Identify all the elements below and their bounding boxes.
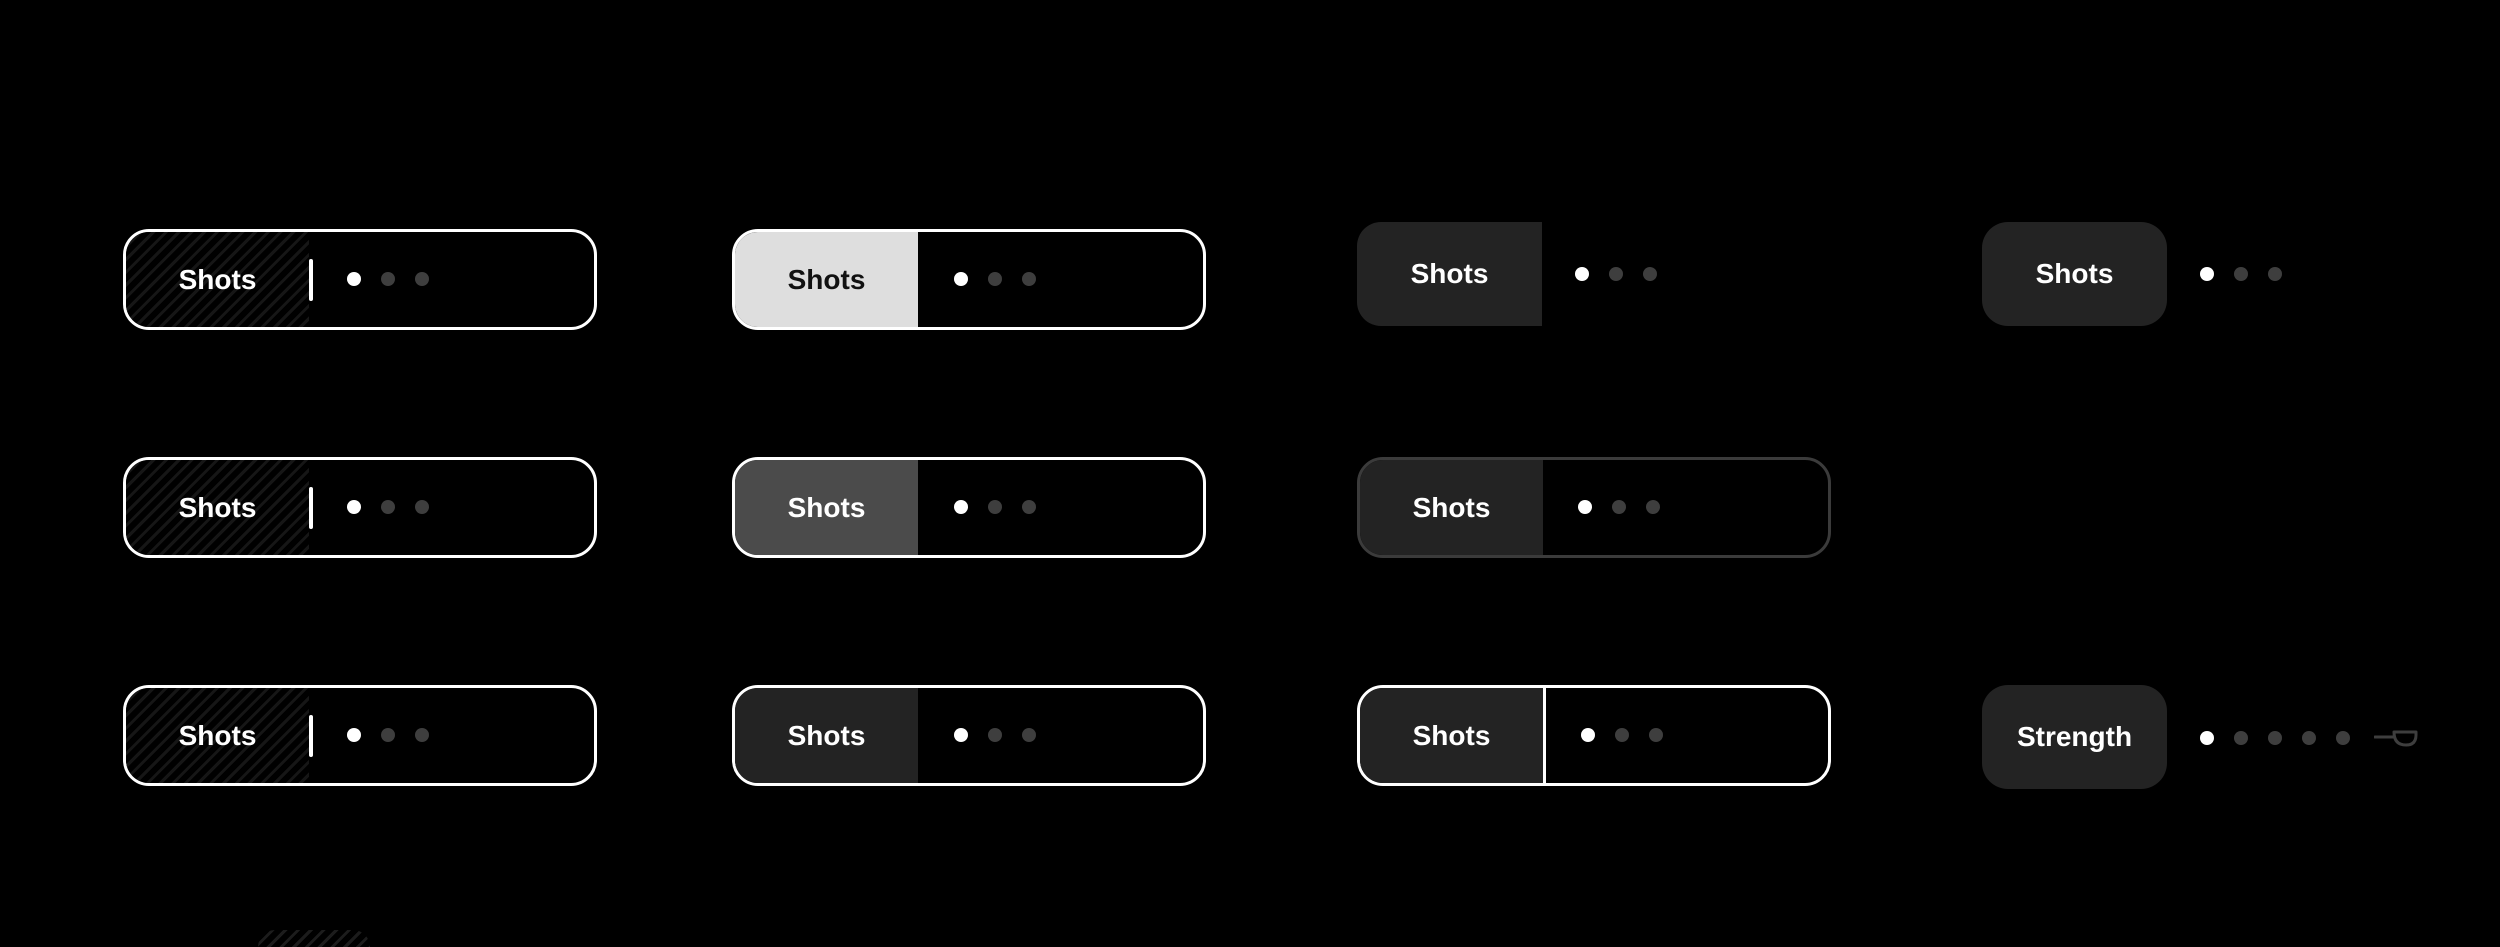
strength-dot-1[interactable] <box>2200 731 2214 745</box>
shot-dot-1[interactable] <box>1578 500 1592 514</box>
strength-selector[interactable]: Strength <box>1982 685 2442 789</box>
shot-dot-2[interactable] <box>988 500 1002 514</box>
shots-label-segment[interactable]: Shots <box>735 460 918 555</box>
shot-dot-2[interactable] <box>1615 728 1629 742</box>
shots-label: Shots <box>1412 491 1491 523</box>
shots-label: Shots <box>787 263 866 295</box>
shot-dot-2[interactable] <box>988 272 1002 286</box>
shots-label-segment[interactable]: Shots <box>735 232 918 327</box>
shots-label-segment[interactable]: Shots <box>126 232 309 327</box>
strength-dot-3[interactable] <box>2268 731 2282 745</box>
coffee-scoop-icon <box>2374 730 2418 747</box>
shot-dot-2[interactable] <box>2234 267 2248 281</box>
shot-dot-3[interactable] <box>1646 500 1660 514</box>
shot-dot-1[interactable] <box>954 272 968 286</box>
shot-dot-2[interactable] <box>381 272 395 286</box>
shots-label: Shots <box>1410 258 1489 289</box>
shot-dot-2[interactable] <box>988 728 1002 742</box>
shots-selector-chip[interactable]: Shots <box>1982 222 2482 326</box>
strength-dot-5[interactable] <box>2336 731 2350 745</box>
shots-label: Shots <box>178 263 257 295</box>
text-cursor <box>309 487 313 529</box>
shots-label-segment[interactable]: Shots <box>1360 460 1543 555</box>
shot-dot-3[interactable] <box>1022 728 1036 742</box>
shots-label-segment[interactable]: Shots <box>126 460 309 555</box>
text-cursor <box>309 715 313 757</box>
shot-dot-3[interactable] <box>1643 267 1657 281</box>
shot-dot-3[interactable] <box>415 500 429 514</box>
strength-label-segment[interactable]: Strength <box>1982 685 2167 789</box>
shot-dot-1[interactable] <box>347 500 361 514</box>
shots-selector-light[interactable]: Shots <box>732 229 1206 330</box>
shot-dot-1[interactable] <box>1581 728 1595 742</box>
shots-selector-hatched-1[interactable]: Shots <box>123 229 597 330</box>
shots-label: Shots <box>178 719 257 751</box>
shot-dot-2[interactable] <box>1612 500 1626 514</box>
text-cursor <box>309 259 313 301</box>
shots-label-segment[interactable]: Shots <box>735 688 918 783</box>
shots-selector-borderless[interactable]: Shots <box>1357 222 1857 326</box>
shots-selector-hatched-3[interactable]: Shots <box>123 685 597 786</box>
shots-label: Shots <box>787 719 866 751</box>
shots-label-segment[interactable]: Shots <box>1982 222 2167 326</box>
shot-dot-1[interactable] <box>347 272 361 286</box>
shot-dot-1[interactable] <box>2200 267 2214 281</box>
shots-label-segment[interactable]: Shots <box>126 688 309 783</box>
shots-selector-dark[interactable]: Shots <box>732 685 1206 786</box>
shot-dot-1[interactable] <box>1575 267 1589 281</box>
shots-label: Shots <box>178 491 257 523</box>
shot-dot-2[interactable] <box>1609 267 1623 281</box>
shot-dot-1[interactable] <box>954 728 968 742</box>
shots-label: Shots <box>2035 258 2114 289</box>
strength-label: Strength <box>2016 721 2133 752</box>
shot-dot-2[interactable] <box>381 728 395 742</box>
shots-label-segment[interactable]: Shots <box>1360 688 1546 783</box>
shot-dot-3[interactable] <box>415 272 429 286</box>
shot-dot-3[interactable] <box>1022 500 1036 514</box>
strength-dot-4[interactable] <box>2302 731 2316 745</box>
shots-label: Shots <box>1412 719 1491 751</box>
shots-label-segment[interactable]: Shots <box>1357 222 1542 326</box>
partial-hatched-segment <box>258 930 370 947</box>
shot-dot-3[interactable] <box>415 728 429 742</box>
shot-dot-3[interactable] <box>2268 267 2282 281</box>
shot-dot-3[interactable] <box>1022 272 1036 286</box>
shots-selector-mid[interactable]: Shots <box>732 457 1206 558</box>
shots-label: Shots <box>787 491 866 523</box>
shot-dot-2[interactable] <box>381 500 395 514</box>
shots-selector-dim-outline[interactable]: Shots <box>1357 457 1831 558</box>
shots-selector-hatched-2[interactable]: Shots <box>123 457 597 558</box>
shot-dot-3[interactable] <box>1649 728 1663 742</box>
shot-dot-1[interactable] <box>347 728 361 742</box>
shots-selector-divided[interactable]: Shots <box>1357 685 1831 786</box>
shot-dot-1[interactable] <box>954 500 968 514</box>
strength-dot-2[interactable] <box>2234 731 2248 745</box>
